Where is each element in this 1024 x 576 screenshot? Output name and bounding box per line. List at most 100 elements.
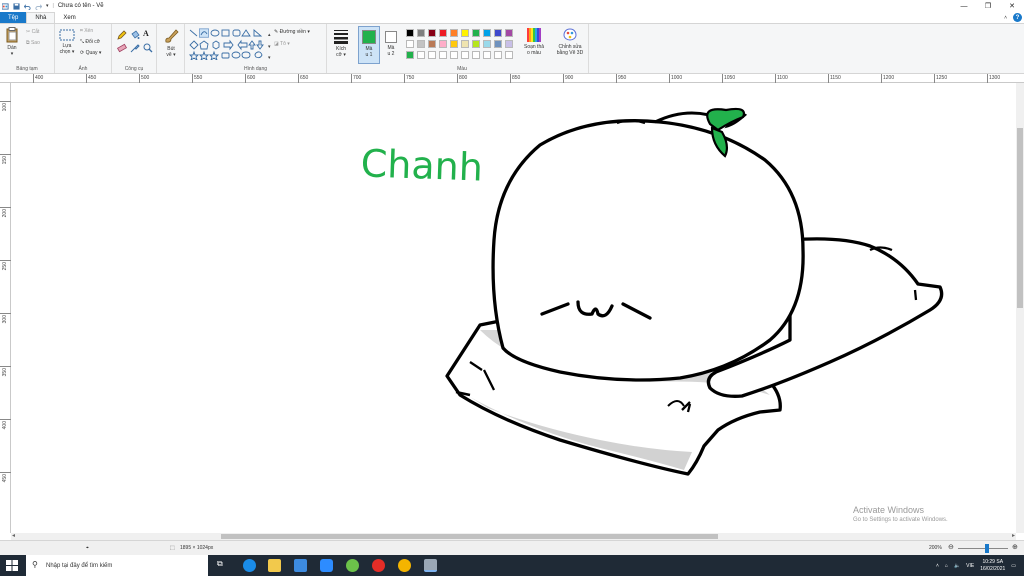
size-dropdown[interactable]: cỡ ▾ [330,52,352,58]
fill-dropdown[interactable]: ◪ Tô ▾ [274,41,290,47]
undo-icon[interactable] [24,3,31,10]
zoom-out-button[interactable]: ⊖ [948,543,954,551]
palette-swatch[interactable] [472,40,480,48]
magnifier-icon[interactable] [143,43,153,53]
scroll-right-icon[interactable]: ▸ [1012,532,1015,539]
palette-swatch[interactable] [505,40,513,48]
tab-file[interactable]: Tệp [0,12,27,23]
brushes-dropdown[interactable]: vẽ ▾ [161,52,181,58]
palette-swatch[interactable] [417,51,425,59]
zoom-in-button[interactable]: ⊕ [1012,543,1018,551]
scroll-left-icon[interactable]: ◂ [12,532,15,539]
collapse-ribbon-icon[interactable]: ˄ [1004,15,1007,21]
edge-icon[interactable] [243,559,256,572]
close-button[interactable]: ✕ [1000,0,1024,12]
maximize-button[interactable]: ❐ [976,0,1000,12]
palette-swatch[interactable] [494,51,502,59]
palette-swatch[interactable] [483,40,491,48]
opera-icon[interactable] [372,559,385,572]
resize-button[interactable]: ⤡ Đổi cỡ [80,39,100,45]
color1-button[interactable]: Mà u 1 [358,26,380,64]
eraser-icon[interactable] [117,43,127,53]
brushes-button[interactable]: Bút vẽ ▾ [161,28,181,58]
palette-swatch[interactable] [450,51,458,59]
tab-home[interactable]: Nhà [26,12,56,23]
vertical-scroll-thumb[interactable] [1017,128,1023,308]
palette-swatch[interactable] [505,29,513,37]
palette-swatch[interactable] [461,40,469,48]
horizontal-scrollbar[interactable]: ◂ ▸ [11,533,1016,540]
rotate-button[interactable]: ⟳ Quay ▾ [80,50,101,56]
tray-overflow-icon[interactable]: ˄ [936,563,939,569]
vertical-scrollbar[interactable] [1016,83,1024,533]
outline-dropdown[interactable]: ✎ Đường viền ▾ [274,29,310,35]
palette-swatch[interactable] [406,40,414,48]
windows-start-icon[interactable] [6,560,18,571]
paste-button[interactable]: Dán ▾ [4,27,20,57]
palette-swatch[interactable] [417,40,425,48]
palette-swatch[interactable] [505,51,513,59]
green-app-icon[interactable] [346,559,359,572]
color-picker-icon[interactable] [130,43,140,53]
shapes-gallery[interactable]: ▴ ▾ ▾ [188,28,272,60]
resize-icon: ⤡ [80,39,85,45]
file-explorer-icon[interactable] [268,559,281,572]
fill-bucket-icon[interactable] [130,30,140,40]
drawing-canvas[interactable]: Chanh [11,83,1016,533]
color2-button[interactable]: Mà u 2 [381,26,401,64]
copy-button[interactable]: ⧉ Sao [26,40,40,46]
palette-swatch[interactable] [494,29,502,37]
palette-swatch[interactable] [406,29,414,37]
palette-swatch[interactable] [450,40,458,48]
zoom-app-icon[interactable] [320,559,333,572]
language-indicator[interactable]: VIE [966,563,974,569]
redo-icon[interactable] [35,3,42,10]
text-tool-icon[interactable]: A [143,29,149,38]
paint-taskbar-icon[interactable] [424,559,437,572]
taskbar-search-box[interactable]: ⚲ Nhập tại đây để tìm kiếm [26,555,208,576]
minimize-button[interactable]: — [952,0,976,12]
zoom-level: 200% [929,545,942,551]
palette-swatch[interactable] [439,29,447,37]
ruler-tick [828,74,829,83]
help-icon[interactable]: ? [1013,13,1022,22]
palette-swatch[interactable] [472,29,480,37]
paste-dropdown[interactable]: ▾ [4,51,20,57]
tab-view[interactable]: Xem [55,12,83,23]
chrome-icon[interactable] [398,559,411,572]
palette-swatch[interactable] [494,40,502,48]
palette-swatch[interactable] [483,51,491,59]
zoom-slider-track[interactable] [958,548,1008,549]
mail-icon[interactable] [294,559,307,572]
palette-swatch[interactable] [461,51,469,59]
palette-swatch[interactable] [483,29,491,37]
palette-swatch[interactable] [439,40,447,48]
volume-icon[interactable]: 🔈 [954,563,960,569]
clock[interactable]: 10:29 SA 16/02/2021 [980,559,1005,573]
horizontal-scroll-thumb[interactable] [221,534,718,539]
edit-with-paint3d-button[interactable]: Chỉnh sửa bằng Vẽ 3D [553,28,587,56]
crop-button[interactable]: ⌗ Xén [80,28,93,34]
save-icon[interactable] [13,2,20,10]
select-button[interactable]: Lựa chọn ▾ [58,29,76,55]
ruler-tick [298,74,299,83]
notifications-icon[interactable]: ▭ [1011,563,1016,569]
zoom-slider-thumb[interactable] [985,544,989,553]
task-view-icon[interactable]: ⧉ [217,559,230,572]
customize-qat-icon[interactable]: ▾ [46,3,49,9]
palette-swatch[interactable] [406,51,414,59]
palette-swatch[interactable] [461,29,469,37]
pencil-icon[interactable] [117,30,127,40]
select-dropdown[interactable]: chọn ▾ [58,49,76,55]
palette-swatch[interactable] [428,40,436,48]
size-button[interactable]: Kích cỡ ▾ [330,28,352,58]
palette-swatch[interactable] [439,51,447,59]
palette-swatch[interactable] [428,51,436,59]
palette-swatch[interactable] [417,29,425,37]
palette-swatch[interactable] [428,29,436,37]
palette-swatch[interactable] [450,29,458,37]
edit-colors-button[interactable]: Soạn thả o màu [520,28,548,56]
cut-button[interactable]: ✂ Cắt [26,29,39,35]
network-icon[interactable]: ⌂ [945,563,948,569]
palette-swatch[interactable] [472,51,480,59]
